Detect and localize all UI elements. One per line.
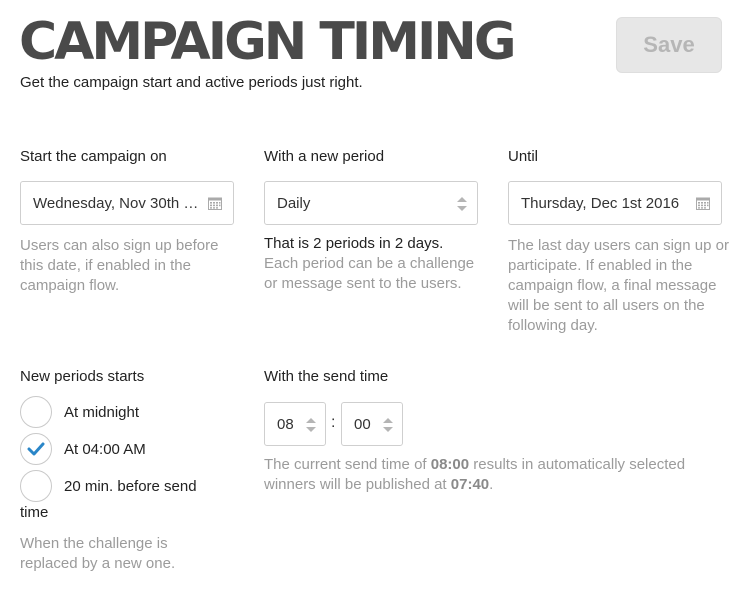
calendar-icon bbox=[696, 197, 710, 210]
stepper-arrows-icon[interactable] bbox=[381, 415, 395, 435]
hour-value: 08 bbox=[277, 415, 294, 433]
radio-label-continued: time bbox=[20, 504, 49, 521]
select-arrows-icon bbox=[457, 197, 467, 211]
until-date-help: The last day users can sign up or partic… bbox=[508, 237, 729, 334]
period-summary: That is 2 periods in 2 days. bbox=[264, 235, 444, 252]
period-start-label: New periods starts bbox=[20, 368, 145, 385]
checkmark-icon bbox=[27, 442, 45, 456]
radio-option-midnight[interactable]: At midnight bbox=[20, 396, 139, 428]
radio-button[interactable] bbox=[20, 433, 52, 465]
publish-time-value: 07:40 bbox=[450, 476, 490, 493]
send-time-help: The current send time of 08:00 results i… bbox=[264, 455, 734, 495]
start-date-help: Users can also sign up before this date,… bbox=[20, 237, 219, 294]
radio-button[interactable] bbox=[20, 396, 52, 428]
period-label: With a new period bbox=[264, 148, 385, 165]
send-time-help-suffix: . bbox=[489, 476, 494, 493]
period-help-block: That is 2 periods in 2 days. Each period… bbox=[264, 234, 484, 294]
period-select-value: Daily bbox=[277, 194, 311, 212]
period-start-help: When the challenge is replaced by a new … bbox=[20, 535, 176, 572]
minute-stepper[interactable]: 00 bbox=[341, 402, 403, 446]
save-button[interactable]: Save bbox=[616, 17, 722, 73]
radio-label: 20 min. before send bbox=[64, 477, 197, 495]
until-date-label: Until bbox=[508, 148, 539, 165]
send-time-help-prefix: The current send time of bbox=[264, 456, 431, 473]
period-help: Each period can be a challenge or messag… bbox=[264, 255, 475, 292]
calendar-icon bbox=[208, 197, 222, 210]
time-separator: : bbox=[331, 414, 336, 431]
minute-value: 00 bbox=[354, 415, 371, 433]
until-date-field[interactable]: Thursday, Dec 1st 2016 bbox=[508, 181, 722, 225]
until-date-value: Thursday, Dec 1st 2016 bbox=[521, 194, 680, 212]
send-time-value: 08:00 bbox=[430, 456, 470, 473]
radio-label: At 04:00 AM bbox=[64, 440, 146, 458]
radio-label: At midnight bbox=[64, 403, 140, 421]
radio-button[interactable] bbox=[20, 470, 52, 502]
send-time-label: With the send time bbox=[264, 368, 389, 385]
radio-option-before-send[interactable]: 20 min. before send bbox=[20, 470, 197, 502]
start-date-value: Wednesday, Nov 30th 2016 bbox=[33, 194, 203, 212]
period-select[interactable]: Daily bbox=[264, 181, 478, 225]
stepper-arrows-icon[interactable] bbox=[304, 415, 318, 435]
page-subtitle: Get the campaign start and active period… bbox=[20, 74, 363, 91]
hour-stepper[interactable]: 08 bbox=[264, 402, 326, 446]
page-title: CAMPAIGN TIMING bbox=[19, 12, 516, 72]
radio-option-0400[interactable]: At 04:00 AM bbox=[20, 433, 146, 465]
start-date-label: Start the campaign on bbox=[20, 148, 167, 165]
start-date-field[interactable]: Wednesday, Nov 30th 2016 bbox=[20, 181, 234, 225]
